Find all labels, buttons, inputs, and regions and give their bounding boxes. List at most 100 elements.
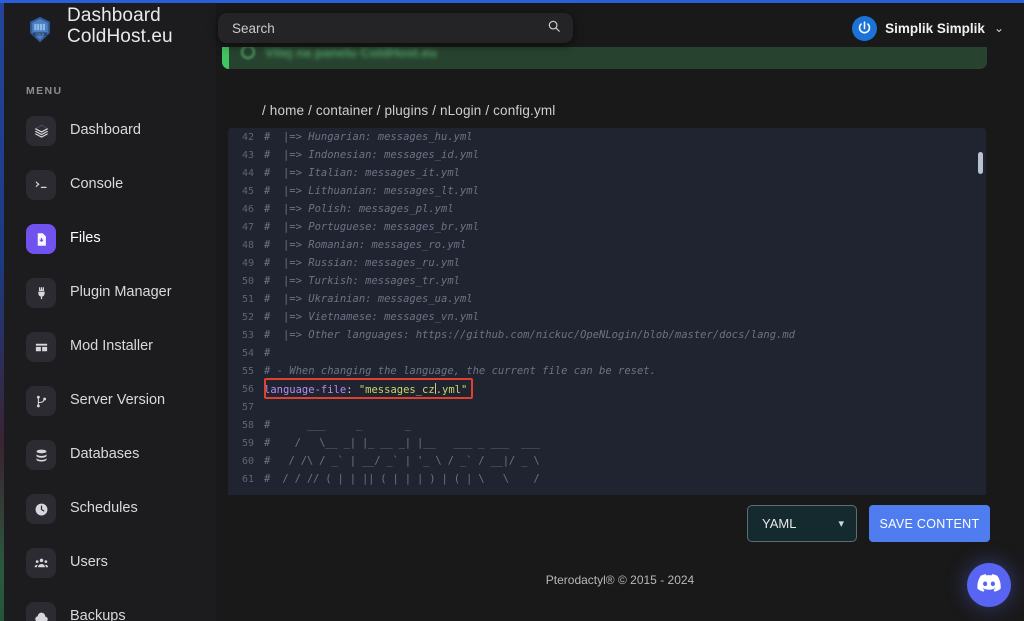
line-content: # |=> Lithuanian: messages_lt.yml xyxy=(264,185,479,197)
sidebar-item-backups[interactable]: Backups xyxy=(4,595,216,621)
code-line[interactable]: 44 # |=> Italian: messages_it.yml xyxy=(228,164,986,182)
line-number: 55 xyxy=(241,365,254,377)
line-number: 49 xyxy=(241,257,254,269)
line-content: # |=> Russian: messages_ru.yml xyxy=(264,257,460,269)
clock-icon xyxy=(26,494,56,524)
line-content: # ___ _ _ xyxy=(264,419,411,431)
yaml-key: language-file xyxy=(264,383,347,396)
sidebar-item-databases[interactable]: Databases xyxy=(4,433,216,477)
line-number: 54 xyxy=(241,347,254,359)
sidebar-item-label: Files xyxy=(70,230,101,247)
code-line[interactable]: 48 # |=> Romanian: messages_ro.yml xyxy=(228,236,986,254)
sidebar-item-mod-installer[interactable]: Mod Installer xyxy=(4,325,216,369)
discord-icon xyxy=(977,573,1001,597)
search-input[interactable]: Search xyxy=(218,13,573,43)
coldhost-logo-icon: COLD xyxy=(22,13,58,49)
brand-header[interactable]: COLD Dashboard ColdHost.eu xyxy=(4,3,216,49)
sidebar-item-plugin-manager[interactable]: Plugin Manager xyxy=(4,271,216,315)
layers-icon xyxy=(26,116,56,146)
code-line[interactable]: 58 # ___ _ _ xyxy=(228,416,986,434)
info-circle-icon xyxy=(241,45,255,59)
line-number: 47 xyxy=(241,221,254,233)
code-line[interactable]: 43 # |=> Indonesian: messages_id.yml xyxy=(228,146,986,164)
line-content: # |=> Romanian: messages_ro.yml xyxy=(264,239,467,251)
yaml-value-before-cursor: "messages_cz xyxy=(358,383,435,396)
line-number: 45 xyxy=(241,185,254,197)
code-line[interactable]: 61 # / / // ( | | || ( | | | ) | ( | \ \ … xyxy=(228,470,986,488)
search-placeholder: Search xyxy=(232,20,275,36)
sidebar-item-label: Schedules xyxy=(70,500,138,517)
line-number: 60 xyxy=(241,455,254,467)
line-number: 58 xyxy=(241,419,254,431)
code-line[interactable]: 52 # |=> Vietnamese: messages_vn.yml xyxy=(228,308,986,326)
code-line[interactable]: 57 xyxy=(228,398,986,416)
code-line[interactable]: 60 # / /\ / _` | __/ _` | '_ \ / _` / __|… xyxy=(228,452,986,470)
sidebar-item-server-version[interactable]: Server Version xyxy=(4,379,216,423)
code-line[interactable]: 47 # |=> Portuguese: messages_br.yml xyxy=(228,218,986,236)
line-content: language-file: "messages_cz.yml" xyxy=(264,382,468,396)
brand-line-1: Dashboard xyxy=(67,5,161,26)
svg-text:COLD: COLD xyxy=(36,32,45,36)
sidebar-item-dashboard[interactable]: Dashboard xyxy=(4,109,216,153)
line-number: 52 xyxy=(241,311,254,323)
line-content: # |=> Indonesian: messages_id.yml xyxy=(264,149,479,161)
sidebar-item-schedules[interactable]: Schedules xyxy=(4,487,216,531)
code-line[interactable]: 49 # |=> Russian: messages_ru.yml xyxy=(228,254,986,272)
code-line[interactable]: 55 # - When changing the language, the cu… xyxy=(228,362,986,380)
line-content: # |=> Italian: messages_it.yml xyxy=(264,167,460,179)
brand-title: Dashboard ColdHost.eu xyxy=(67,5,173,48)
code-line[interactable]: 54 # xyxy=(228,344,986,362)
sidebar-item-label: Backups xyxy=(70,608,126,621)
breadcrumb[interactable]: / home / container / plugins / nLogin / … xyxy=(262,103,555,118)
language-mode-select[interactable]: YAML ▾ xyxy=(747,505,857,542)
plug-icon xyxy=(26,278,56,308)
code-line[interactable]: 45 # |=> Lithuanian: messages_lt.yml xyxy=(228,182,986,200)
footer: Pterodactyl® © 2015 - 2024 xyxy=(0,573,1024,587)
user-name: Simplik Simplik xyxy=(885,20,985,36)
code-line[interactable]: 50 # |=> Turkish: messages_tr.yml xyxy=(228,272,986,290)
line-number: 44 xyxy=(241,167,254,179)
line-number: 42 xyxy=(241,131,254,143)
code-line[interactable]: 46 # |=> Polish: messages_pl.yml xyxy=(228,200,986,218)
yaml-value-after-cursor: .yml" xyxy=(435,383,468,396)
save-content-button[interactable]: SAVE CONTENT xyxy=(869,505,990,542)
code-lines-container: 42 # |=> Hungarian: messages_hu.yml 43 # |=… xyxy=(228,128,986,488)
database-icon xyxy=(26,440,56,470)
line-content: # - When changing the language, the curr… xyxy=(264,365,656,377)
line-number: 50 xyxy=(241,275,254,287)
language-mode-value: YAML xyxy=(762,516,797,531)
code-line[interactable]: 56 language-file: "messages_cz.yml" xyxy=(228,378,986,399)
browser-top-border xyxy=(0,0,1024,3)
sidebar-item-label: Plugin Manager xyxy=(70,284,172,301)
sidebar-item-files[interactable]: Files xyxy=(4,217,216,261)
discord-button[interactable] xyxy=(967,563,1011,607)
user-menu[interactable]: Simplik Simplik ⌄ xyxy=(852,14,1004,42)
footer-text: Pterodactyl® © 2015 - 2024 xyxy=(545,573,695,587)
line-number: 56 xyxy=(241,383,254,395)
line-content: # |=> Other languages: https://github.co… xyxy=(264,329,796,341)
editor-scrollbar[interactable] xyxy=(978,152,983,174)
sidebar-item-label: Users xyxy=(70,554,108,571)
git-branch-icon xyxy=(26,386,56,416)
line-number: 57 xyxy=(241,401,254,413)
line-number: 51 xyxy=(241,293,254,305)
line-content: # / \__ _| |_ __ _| |__ ___ _ ___ ___ xyxy=(264,437,540,449)
line-content: # |=> Vietnamese: messages_vn.yml xyxy=(264,311,479,323)
line-content: # |=> Hungarian: messages_hu.yml xyxy=(264,131,473,143)
sidebar-item-label: Dashboard xyxy=(70,122,141,139)
chevron-down-icon[interactable]: ⌄ xyxy=(994,21,1004,35)
terminal-icon xyxy=(26,170,56,200)
code-line[interactable]: 59 # / \__ _| |_ __ _| |__ ___ _ ___ ___ xyxy=(228,434,986,452)
line-content: # xyxy=(264,347,271,359)
code-line[interactable]: 53 # |=> Other languages: https://github.… xyxy=(228,326,986,344)
search-icon[interactable] xyxy=(547,19,561,38)
sidebar-item-console[interactable]: Console xyxy=(4,163,216,207)
save-content-label: SAVE CONTENT xyxy=(879,516,980,531)
line-number: 59 xyxy=(241,437,254,449)
code-line[interactable]: 42 # |=> Hungarian: messages_hu.yml xyxy=(228,128,986,146)
sidebar-section-label: MENU xyxy=(26,85,63,97)
power-avatar-icon xyxy=(852,15,878,41)
code-editor[interactable]: 42 # |=> Hungarian: messages_hu.yml 43 # |=… xyxy=(228,128,986,495)
code-line[interactable]: 51 # |=> Ukrainian: messages_ua.yml xyxy=(228,290,986,308)
sidebar-item-label: Databases xyxy=(70,446,140,463)
